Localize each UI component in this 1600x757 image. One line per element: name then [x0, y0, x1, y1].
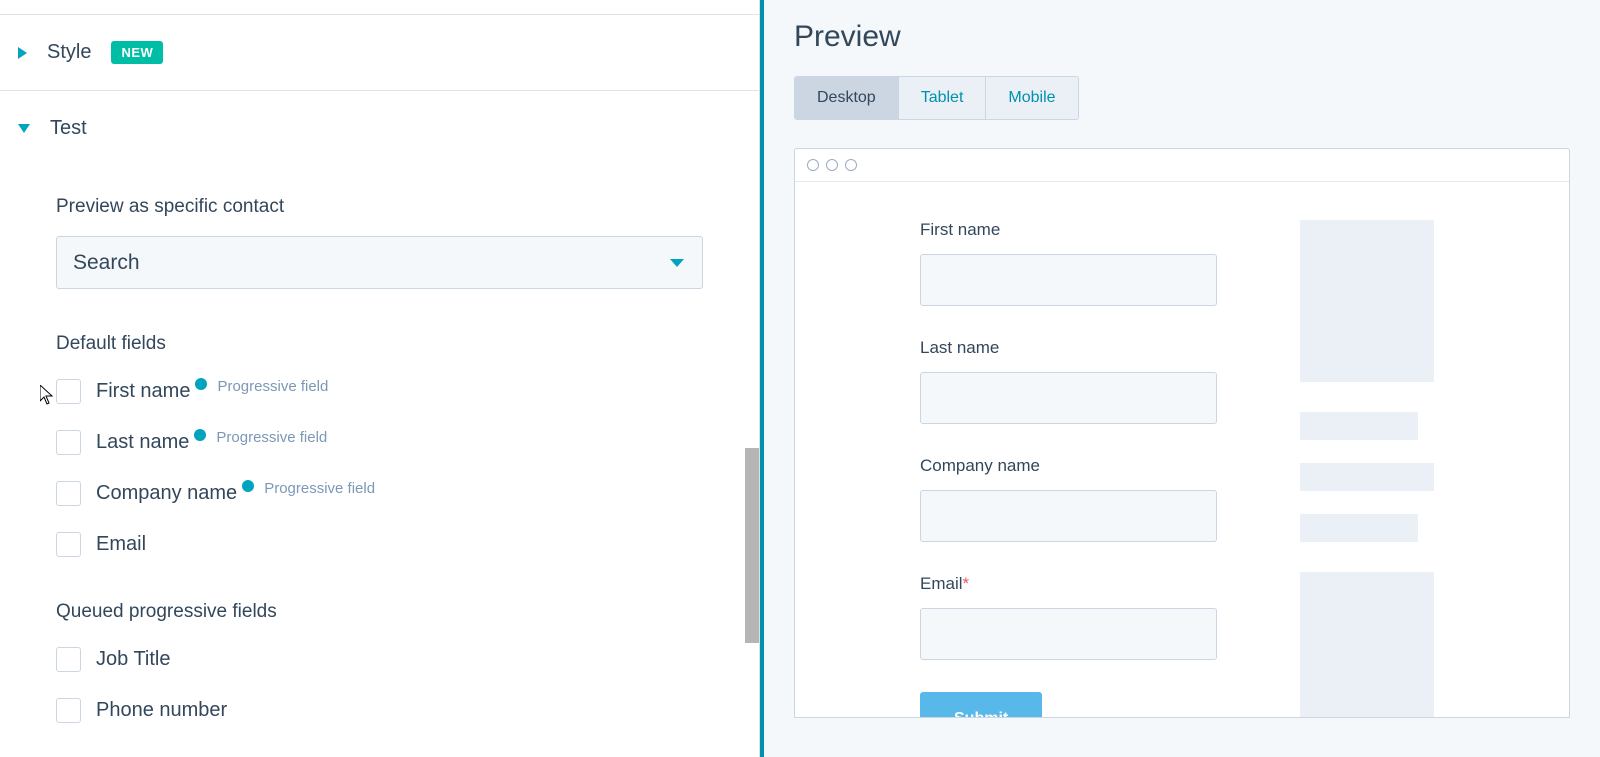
section-title-style: Style: [47, 41, 91, 64]
test-section-body: Preview as specific contact Search Defau…: [0, 166, 759, 757]
submit-button[interactable]: Submit: [920, 692, 1042, 717]
progressive-tag: Progressive field: [216, 429, 327, 446]
form-group-first-name: First name: [920, 220, 1220, 306]
field-row-email: Email: [56, 532, 703, 557]
input-first-name[interactable]: [920, 254, 1217, 306]
progressive-dot-icon: [242, 480, 254, 492]
preview-panel: Preview Desktop Tablet Mobile First name…: [760, 0, 1600, 757]
required-star-icon: *: [963, 574, 970, 593]
field-row-first-name: First name Progressive field: [56, 379, 703, 404]
checkbox-phone-number[interactable]: [56, 698, 81, 723]
chevron-right-icon: [18, 47, 27, 59]
field-row-last-name: Last name Progressive field: [56, 430, 703, 455]
field-row-phone-number: Phone number: [56, 698, 703, 723]
placeholder-block: [1300, 572, 1434, 717]
form-group-last-name: Last name: [920, 338, 1220, 424]
checkbox-job-title[interactable]: [56, 647, 81, 672]
tab-desktop[interactable]: Desktop: [795, 77, 899, 119]
field-label-phone-number: Phone number: [96, 699, 227, 722]
field-label-email: Email: [96, 533, 146, 556]
tab-mobile[interactable]: Mobile: [986, 77, 1077, 119]
section-header-test[interactable]: Test: [0, 91, 759, 166]
placeholder-line: [1300, 514, 1418, 542]
input-email[interactable]: [920, 608, 1217, 660]
new-badge: NEW: [111, 41, 163, 64]
preview-title: Preview: [794, 20, 1570, 54]
window-dot-icon: [845, 159, 857, 171]
input-company-name[interactable]: [920, 490, 1217, 542]
tab-tablet[interactable]: Tablet: [899, 77, 987, 119]
placeholder-line: [1300, 463, 1434, 491]
chevron-down-icon: [18, 124, 30, 133]
checkbox-email[interactable]: [56, 532, 81, 557]
browser-frame: First name Last name Company name Email*: [794, 148, 1570, 718]
field-label-last-name: Last name: [96, 431, 189, 454]
progressive-dot-icon: [195, 378, 207, 390]
form-preview: First name Last name Company name Email*: [795, 182, 1569, 717]
browser-content[interactable]: First name Last name Company name Email*: [795, 182, 1569, 717]
progressive-tag: Progressive field: [217, 378, 328, 395]
form-column: First name Last name Company name Email*: [920, 220, 1220, 717]
checkbox-first-name[interactable]: [56, 379, 81, 404]
form-group-email: Email*: [920, 574, 1220, 660]
placeholder-column: [1300, 220, 1435, 717]
contact-search-select[interactable]: Search: [56, 236, 703, 289]
progressive-dot-icon: [194, 429, 206, 441]
form-label-last-name: Last name: [920, 338, 1220, 358]
form-group-company-name: Company name: [920, 456, 1220, 542]
settings-panel: Style NEW Test Preview as specific conta…: [0, 0, 760, 757]
queued-fields-title: Queued progressive fields: [56, 601, 703, 623]
caret-down-icon: [670, 259, 684, 267]
search-placeholder: Search: [73, 251, 140, 275]
checkbox-last-name[interactable]: [56, 430, 81, 455]
field-row-job-title: Job Title: [56, 647, 703, 672]
form-label-company-name: Company name: [920, 456, 1220, 476]
default-fields-title: Default fields: [56, 333, 703, 355]
field-row-company-name: Company name Progressive field: [56, 481, 703, 506]
browser-controls: [795, 149, 1569, 182]
window-dot-icon: [807, 159, 819, 171]
form-label-email: Email*: [920, 574, 1220, 594]
section-header-style[interactable]: Style NEW: [0, 15, 759, 91]
preview-contact-label: Preview as specific contact: [56, 196, 703, 218]
placeholder-line: [1300, 412, 1418, 440]
placeholder-block: [1300, 220, 1434, 382]
section-title-test: Test: [50, 117, 87, 140]
scrollbar-thumb[interactable]: [745, 448, 759, 643]
device-tabs: Desktop Tablet Mobile: [794, 76, 1079, 120]
input-last-name[interactable]: [920, 372, 1217, 424]
field-label-company-name: Company name: [96, 482, 237, 505]
form-label-first-name: First name: [920, 220, 1220, 240]
field-label-job-title: Job Title: [96, 648, 170, 671]
field-label-first-name: First name: [96, 380, 190, 403]
progressive-tag: Progressive field: [264, 480, 375, 497]
window-dot-icon: [826, 159, 838, 171]
divider: [0, 0, 759, 15]
checkbox-company-name[interactable]: [56, 481, 81, 506]
